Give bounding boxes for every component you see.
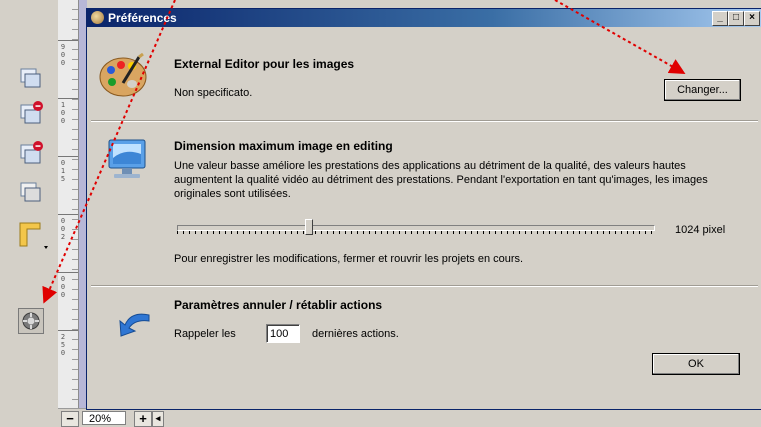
undo-redo-title: Paramètres annuler / rétablir actions (174, 298, 383, 312)
external-editor-title: External Editor pour les images (174, 57, 355, 71)
ruler-label: 1 (60, 101, 66, 109)
max-dimension-description: Une valeur basse améliore les prestation… (174, 160, 708, 200)
zoom-out-button[interactable]: − (61, 411, 79, 427)
reopen-note: Pour enregistrer les modifications, ferm… (174, 253, 524, 265)
layers-copy-icon[interactable] (18, 180, 44, 206)
dialog-titlebar[interactable]: Préférences _ □ × (87, 9, 761, 27)
ruler-label: 0 (60, 109, 66, 117)
ruler-major-tick (58, 40, 78, 41)
ruler-label: 0 (60, 349, 66, 357)
ruler-major-tick (58, 214, 78, 215)
separator (91, 120, 758, 122)
ruler-label: 5 (60, 175, 66, 183)
scroll-left-icon[interactable]: ◂ (152, 411, 164, 427)
zoom-bar: − 20% + ◂ (58, 408, 761, 427)
ok-button[interactable]: OK (652, 353, 740, 375)
undo-prefix-label: Rappeler les (174, 328, 236, 340)
ruler-label: 1 (60, 167, 66, 175)
slider-value-label: 1024 pixel (675, 224, 726, 236)
maximize-icon[interactable]: □ (728, 11, 744, 26)
undo-count-input[interactable] (266, 324, 300, 343)
ruler-label: 0 (60, 217, 66, 225)
undo-arrow-icon (115, 309, 153, 342)
zoom-in-button[interactable]: + (134, 411, 152, 427)
preferences-icon[interactable] (18, 308, 44, 334)
minimize-icon[interactable]: _ (712, 11, 728, 26)
ruler-label: 0 (60, 275, 66, 283)
ruler-label: 0 (60, 291, 66, 299)
ruler-label: 0 (60, 225, 66, 233)
ruler-label: 9 (60, 43, 66, 51)
max-dimension-title: Dimension maximum image en editing (174, 139, 393, 153)
app-icon (91, 11, 104, 24)
preferences-dialog: Préférences _ □ × External Editor pour l… (86, 8, 761, 410)
left-toolbar (0, 0, 59, 426)
vertical-ruler: 900100015002000250 (58, 0, 79, 410)
layers-remove-icon[interactable] (18, 100, 44, 126)
ruler-label: 0 (60, 117, 66, 125)
change-editor-button[interactable]: Changer... (664, 79, 741, 101)
ruler-label: 0 (60, 59, 66, 67)
zoom-level-field[interactable]: 20% (82, 411, 126, 425)
monitor-icon (105, 138, 151, 187)
ruler-corner-icon[interactable] (18, 220, 52, 249)
layers-delete-icon[interactable] (18, 140, 44, 166)
ruler-major-tick (58, 98, 78, 99)
dimension-slider-thumb[interactable] (305, 219, 313, 235)
ruler-major-tick (58, 272, 78, 273)
undo-suffix-label: dernières actions. (312, 328, 399, 340)
separator (91, 285, 758, 287)
ruler-major-tick (58, 156, 78, 157)
dimension-slider-ticks (177, 231, 655, 234)
ruler-label: 0 (60, 51, 66, 59)
ruler-label: 2 (60, 233, 66, 241)
ruler-label: 5 (60, 341, 66, 349)
dialog-title: Préférences (108, 11, 177, 25)
palette-icon (99, 52, 151, 102)
layers-icon[interactable] (18, 66, 44, 92)
close-icon[interactable]: × (744, 11, 760, 26)
ruler-label: 2 (60, 333, 66, 341)
ruler-major-tick (58, 330, 78, 331)
ruler-label: 0 (60, 159, 66, 167)
external-editor-value: Non specificato. (174, 87, 253, 99)
ruler-label: 0 (60, 283, 66, 291)
